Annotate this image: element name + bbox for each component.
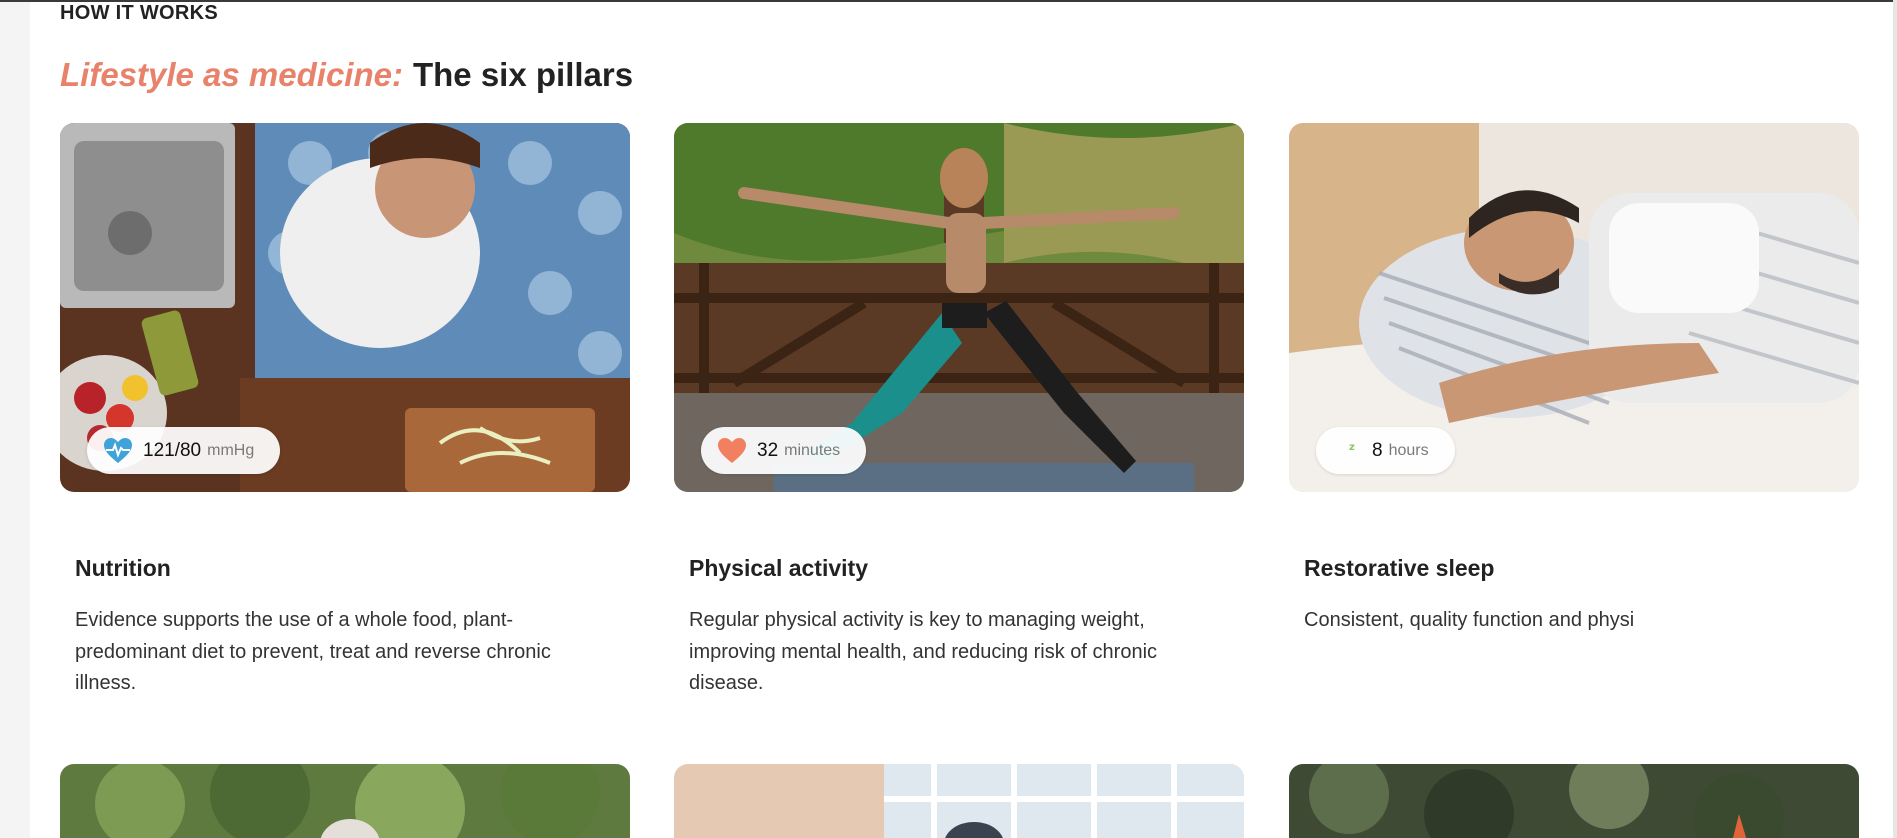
metric-value: 121/80	[143, 439, 202, 461]
pillar-card-nutrition[interactable]: 121/80 mmHg Nutrition Evidence supports …	[60, 123, 630, 694]
pillar-card-restorative-sleep[interactable]: z 8 hours Restorative sleep Consistent, …	[1289, 123, 1859, 631]
card-description: Regular physical activity is key to mana…	[689, 609, 1158, 694]
card-title: Physical activity	[689, 555, 868, 581]
metric-value: 8	[1372, 439, 1383, 461]
nutrition-photo: 121/80 mmHg	[60, 123, 630, 492]
moon-sleep-icon: z	[1332, 436, 1362, 466]
svg-text:z: z	[1349, 442, 1355, 453]
pillar-card-physical-activity[interactable]: 32 minutes Physical activity Regular phy…	[674, 123, 1244, 694]
headline-rest: The six pillars	[412, 56, 634, 93]
page-scrollbar-track[interactable]	[1893, 0, 1897, 838]
heart-pulse-icon	[103, 436, 133, 466]
physical-activity-photo: 32 minutes	[674, 123, 1244, 492]
card-title: Restorative sleep	[1304, 555, 1495, 581]
headline-accent: Lifestyle as medicine:	[60, 56, 403, 93]
metric-pill: 121/80 mmHg	[87, 427, 281, 474]
metric-unit: minutes	[784, 441, 841, 459]
section-eyebrow: HOW IT WORKS	[60, 2, 219, 24]
metric-pill: z 8 hours	[1316, 427, 1455, 474]
card-title: Nutrition	[75, 555, 171, 581]
pillars-section: HOW IT WORKS Lifestyle as medicine: The s…	[30, 2, 1893, 838]
pillar-card-photo-row2-2[interactable]	[674, 764, 1244, 838]
metric-value: 32	[757, 439, 779, 461]
card-description: Evidence supports the use of a whole foo…	[75, 609, 551, 694]
heart-icon	[717, 436, 747, 466]
metric-unit: mmHg	[207, 441, 255, 459]
pillar-card-photo-row2-1[interactable]	[60, 764, 630, 838]
card-description: Consistent, quality function and physi	[1304, 609, 1635, 631]
restorative-sleep-photo: z 8 hours	[1289, 123, 1859, 492]
metric-pill: 32 minutes	[701, 427, 867, 474]
pillar-card-photo-row2-3[interactable]	[1289, 764, 1859, 838]
metric-unit: hours	[1388, 441, 1429, 459]
section-headline: Lifestyle as medicine: The six pillars	[60, 56, 633, 94]
